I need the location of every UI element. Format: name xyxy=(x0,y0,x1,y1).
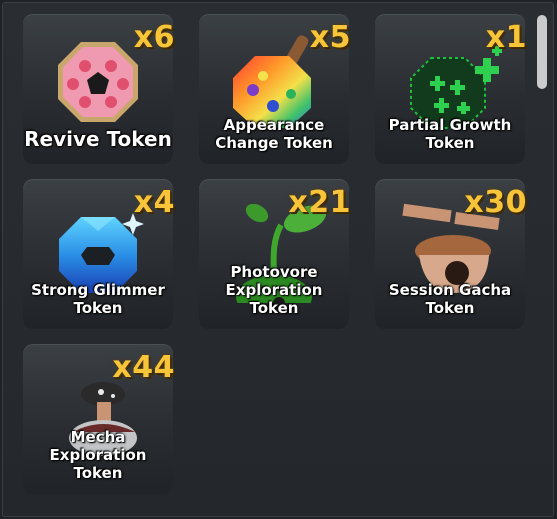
item-count: x4 xyxy=(133,185,175,220)
item-name: Appearance Change Token xyxy=(215,116,333,152)
item-count: x44 xyxy=(112,350,175,385)
item-name: Revive Token xyxy=(24,127,172,151)
item-name: Session Gacha Token xyxy=(388,281,512,317)
item-name: Mecha Exploration Token xyxy=(49,428,147,482)
item-card-revive-token[interactable]: x6 Revive Token xyxy=(23,14,175,164)
item-count: x30 xyxy=(464,185,527,220)
item-count: x1 xyxy=(485,20,527,55)
item-count: x5 xyxy=(309,20,351,55)
item-card-session-gacha-token[interactable]: x30 Session Gacha Token xyxy=(375,179,527,329)
item-name: Photovore Exploration Token xyxy=(225,263,323,317)
item-name: Strong Glimmer Token xyxy=(31,281,165,317)
item-card-mecha-exploration-token[interactable]: x44 Mecha Exploration Token xyxy=(23,344,175,494)
item-name: Partial Growth Token xyxy=(388,116,512,152)
item-card-strong-glimmer-token[interactable]: x4 Strong Glimmer Token xyxy=(23,179,175,329)
inventory-panel: x6 Revive Token x5 Appearance Change Tok… xyxy=(2,2,554,517)
scrollbar[interactable] xyxy=(537,15,547,89)
item-card-appearance-change-token[interactable]: x5 Appearance Change Token xyxy=(199,14,351,164)
item-count: x6 xyxy=(133,20,175,55)
item-card-partial-growth-token[interactable]: x1 Partial Growth Token xyxy=(375,14,527,164)
item-count: x21 xyxy=(288,185,351,220)
item-card-photovore-exploration-token[interactable]: x21 Photovore Exploration Token xyxy=(199,179,351,329)
